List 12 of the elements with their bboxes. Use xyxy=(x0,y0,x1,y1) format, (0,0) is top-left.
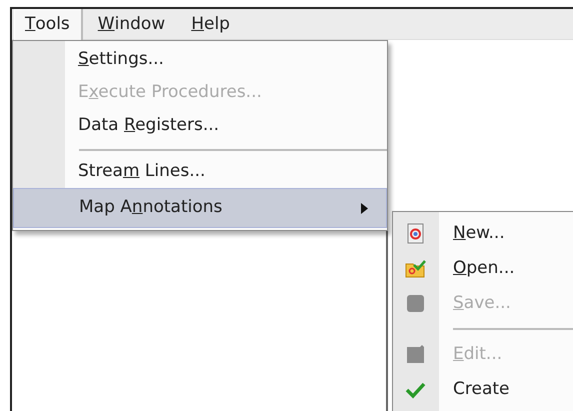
menu-bar-item[interactable]: Tools xyxy=(14,9,83,40)
menu-item[interactable]: Map Annotations xyxy=(13,188,387,228)
menu-bar-item[interactable]: Window xyxy=(86,9,176,40)
menu-item[interactable]: Open... xyxy=(453,256,525,282)
save-icon xyxy=(404,292,427,315)
menu-item[interactable]: Settings... xyxy=(13,43,387,76)
menu-item[interactable]: Create xyxy=(453,376,520,402)
menu-item[interactable]: Data Registers... xyxy=(13,109,387,142)
menu-bar-item[interactable]: Help xyxy=(180,9,241,40)
menu-item[interactable]: New... xyxy=(453,220,515,246)
submenu-arrow-icon xyxy=(361,202,368,214)
menu-item[interactable]: Stream Lines... xyxy=(13,155,387,188)
